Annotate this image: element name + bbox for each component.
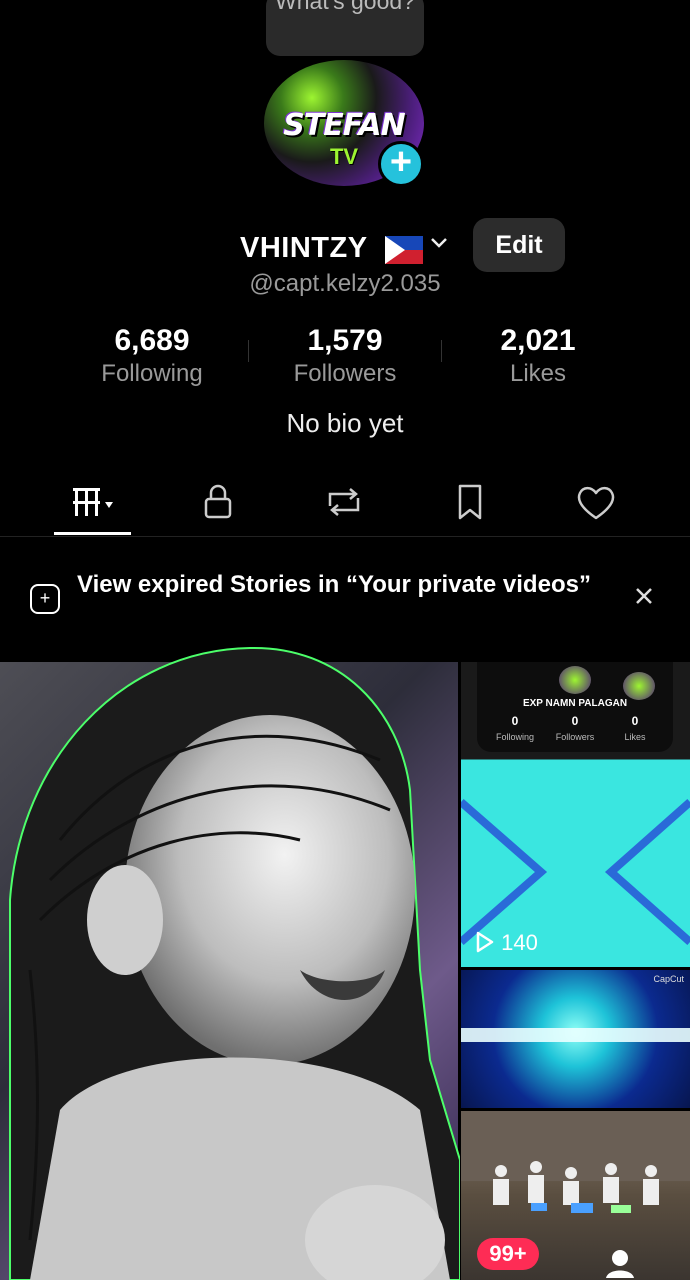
tab-videos-grid[interactable] [24, 470, 162, 536]
card-stat-label: Following [495, 732, 535, 742]
thought-bubble[interactable]: What's good? [266, 0, 424, 56]
stat-value: 6,689 [114, 324, 190, 357]
profile-icon[interactable] [604, 1246, 636, 1278]
card-stat: 0 Likes [605, 714, 665, 742]
light-streak [461, 1028, 690, 1042]
card-stat: 0 Followers [545, 714, 605, 742]
stat-value: 2,021 [500, 324, 576, 357]
stat-divider [248, 340, 249, 362]
repost-icon [328, 488, 360, 516]
expired-stories-banner[interactable]: + View expired Stories in “Your private … [0, 560, 690, 640]
tab-private[interactable] [149, 470, 287, 536]
baby-sticker [9, 646, 460, 1280]
edit-profile-button[interactable]: Edit [473, 218, 565, 272]
capcut-watermark: CapCut [653, 974, 684, 984]
card-stat: 0 Following [485, 714, 545, 742]
lock-icon [204, 484, 232, 519]
card-stat-value: 0 [631, 714, 639, 728]
philippines-flag-icon [385, 236, 423, 264]
avatar-logo-text: STEFAN [283, 108, 406, 143]
view-count-value: 140 [501, 930, 538, 955]
stat-followers[interactable]: 1,579 Followers [250, 324, 440, 388]
view-count: 140 [475, 930, 538, 956]
stat-label: Following [101, 360, 203, 387]
bio-text[interactable]: No bio yet [0, 408, 690, 439]
heart-icon [577, 486, 615, 520]
card-name: EXP NAMN PALAGAN [522, 698, 628, 709]
card-stat-label: Followers [555, 732, 595, 742]
profile-card-preview: EXP NAMN PALAGAN 0 Following 0 Followers 0… [477, 662, 673, 752]
play-icon [476, 931, 494, 953]
add-story-button[interactable]: + [378, 141, 424, 187]
thought-bubble-text: What's good? [275, 0, 415, 14]
banner-text: View expired Stories in “Your private vi… [77, 571, 591, 598]
tab-favorites[interactable] [401, 470, 539, 536]
stat-label: Followers [293, 360, 397, 387]
name-row: VHINTZY [0, 222, 690, 272]
card-stat-value: 0 [511, 714, 519, 728]
stat-likes[interactable]: 2,021 Likes [443, 324, 633, 388]
close-icon[interactable] [632, 584, 656, 615]
card-stat-label: Likes [624, 732, 646, 742]
chevron-down-icon[interactable] [427, 230, 451, 261]
stat-value: 1,579 [307, 324, 383, 357]
tab-liked[interactable] [527, 470, 665, 536]
stories-plus-icon: + [30, 584, 60, 614]
display-name[interactable]: VHINTZY [240, 232, 368, 265]
grid-icon [73, 488, 113, 516]
tab-reposts[interactable] [275, 470, 413, 536]
video-thumbnail[interactable]: CapCut [461, 970, 690, 1108]
video-thumbnail[interactable]: EXP NAMN PALAGAN 0 Following 0 Followers 0… [461, 662, 690, 967]
mini-avatar [559, 666, 591, 694]
active-tab-indicator [54, 532, 131, 535]
profile-tabs [0, 470, 690, 537]
handle: @capt.kelzy2.035 [249, 270, 441, 297]
card-stat-value: 0 [571, 714, 579, 728]
bookmark-icon [458, 484, 482, 520]
inbox-badge[interactable]: 99+ [477, 1238, 539, 1270]
avatar-logo-sub: TV [329, 144, 359, 169]
stat-label: Likes [509, 360, 567, 387]
stat-following[interactable]: 6,689 Following [57, 324, 247, 388]
mini-avatar [623, 672, 655, 700]
stat-divider [441, 340, 442, 362]
